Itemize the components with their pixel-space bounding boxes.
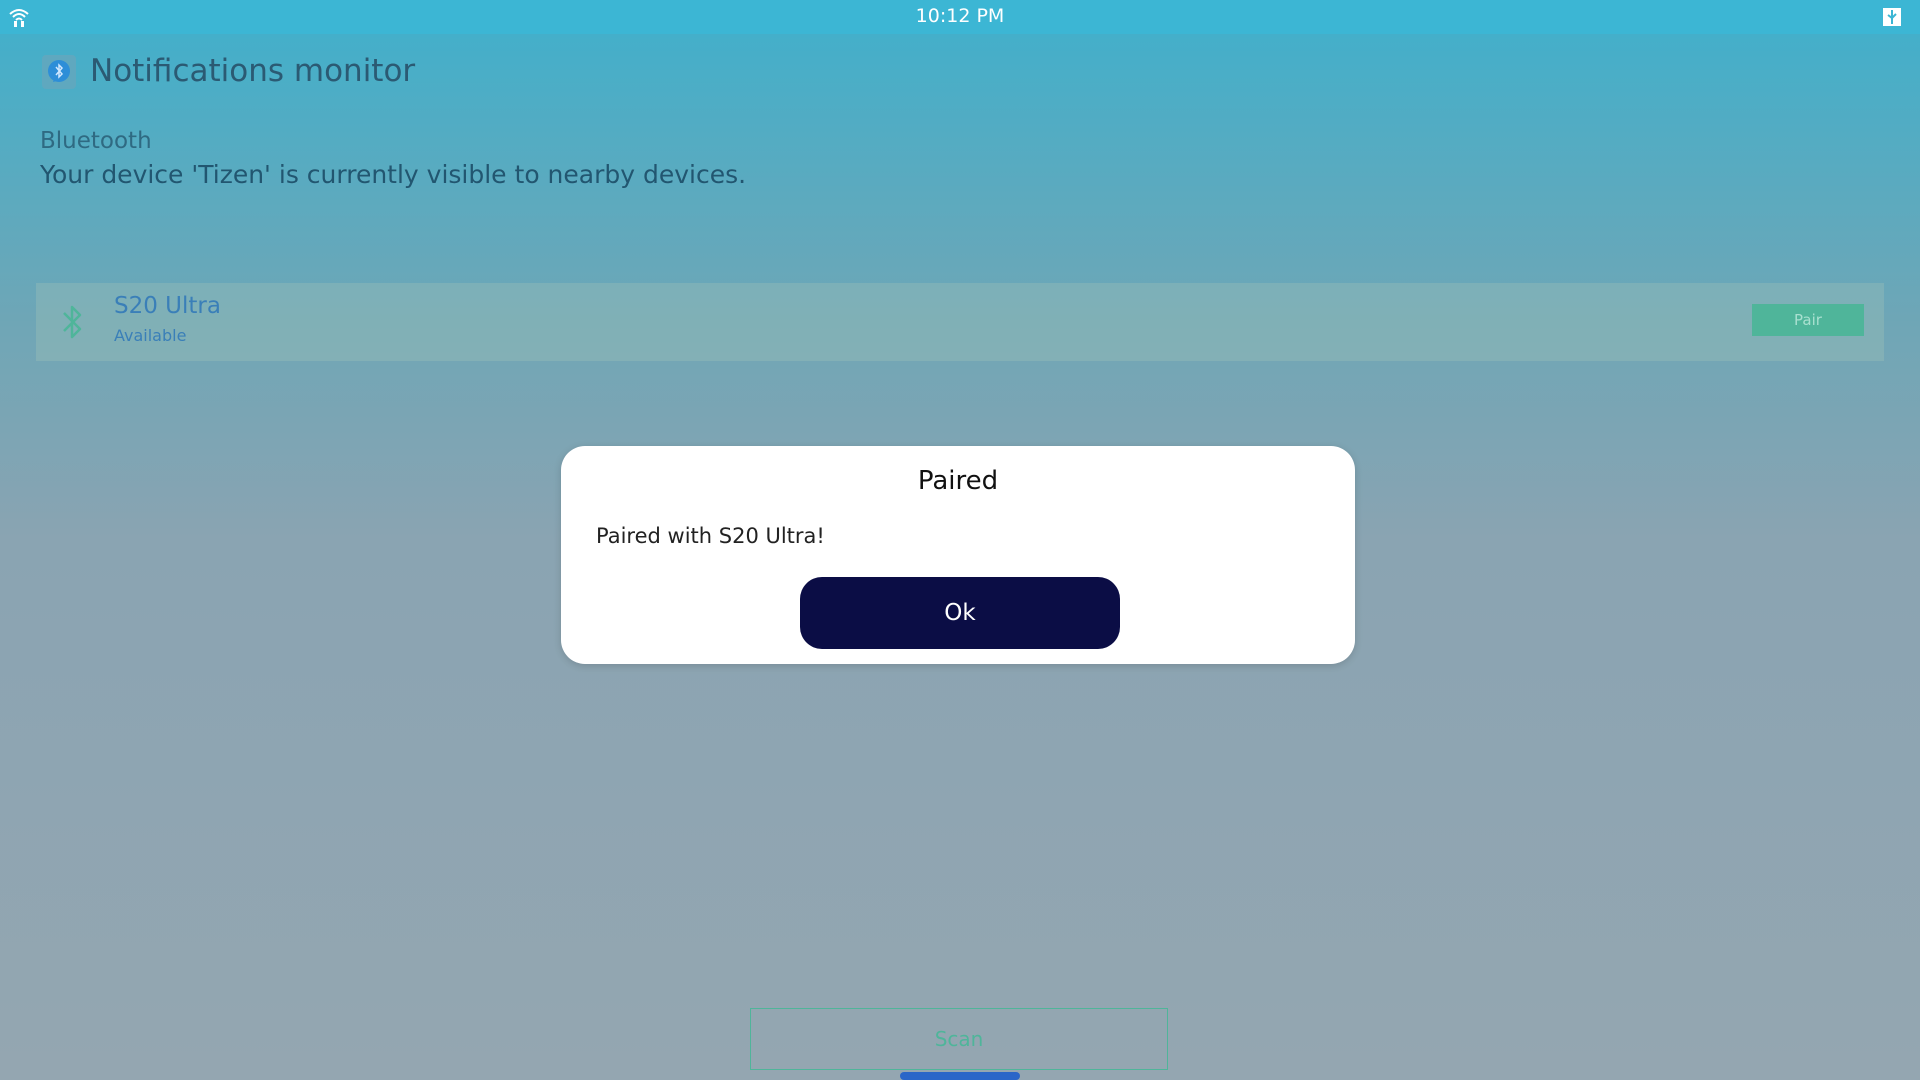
scan-button[interactable]: Scan <box>750 1008 1168 1070</box>
bluetooth-chat-icon <box>48 60 70 82</box>
app-title: Notifications monitor <box>90 53 416 89</box>
status-time: 10:12 PM <box>915 5 1005 27</box>
home-indicator <box>900 1072 1020 1080</box>
screen-background: 10:12 PM Notifications monitor Bluetooth… <box>0 0 1920 1080</box>
dialog-message: Paired with S20 Ultra! <box>596 524 825 548</box>
device-list-item[interactable]: S20 Ultra Available Pair <box>36 283 1884 361</box>
ok-button[interactable]: Ok <box>800 577 1120 649</box>
dialog-title: Paired <box>917 466 999 496</box>
bluetooth-section-label: Bluetooth <box>40 128 152 154</box>
device-name: S20 Ultra <box>114 293 221 319</box>
usb-icon <box>1883 8 1901 26</box>
bluetooth-icon <box>63 305 82 339</box>
status-bar: 10:12 PM <box>0 0 1920 34</box>
paired-dialog: Paired Paired with S20 Ultra! Ok <box>561 446 1355 664</box>
app-icon <box>42 55 76 89</box>
device-status: Available <box>114 326 187 345</box>
pair-button[interactable]: Pair <box>1752 304 1864 336</box>
visibility-description: Your device 'Tizen' is currently visible… <box>40 160 747 189</box>
